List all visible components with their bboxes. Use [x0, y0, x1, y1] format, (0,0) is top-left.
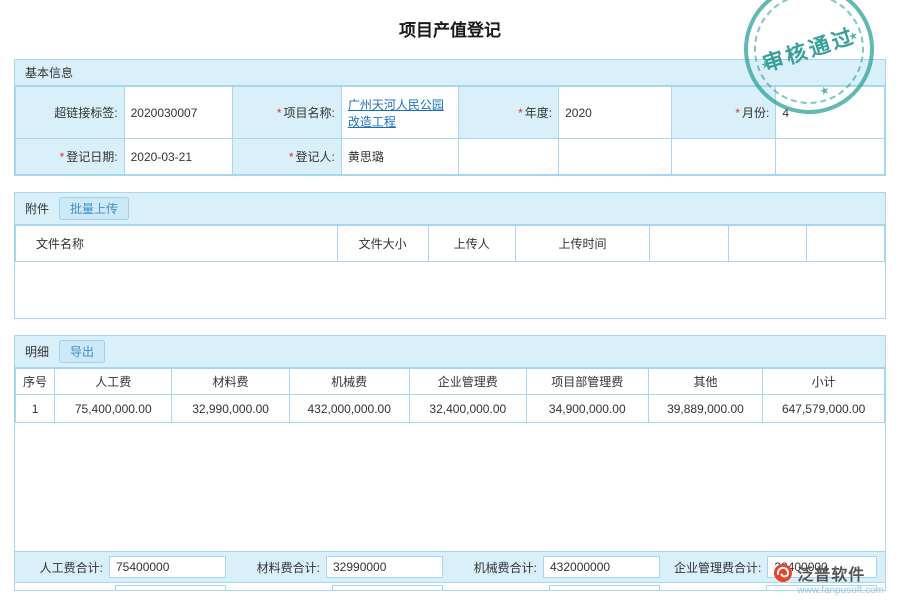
partial-input: [549, 585, 660, 590]
attachments-section-header: 附件 批量上传: [15, 193, 885, 225]
labor-total-input[interactable]: 75400000: [109, 556, 226, 578]
basic-info-table: 超链接标签: 2020030007 *项目名称: 广州天河人民公园改造工程 *年…: [15, 86, 885, 175]
totals-row-partial: [15, 582, 885, 590]
required-marker: *: [289, 150, 294, 164]
details-col-material: 材料费: [172, 369, 289, 395]
registrant-label: *登记人:: [233, 139, 342, 175]
page-title: 项目产值登记: [0, 0, 900, 41]
details-col-machinery: 机械费: [289, 369, 409, 395]
attachments-section: 附件 批量上传 文件名称 文件大小 上传人 上传时间: [14, 192, 886, 319]
project-name-label: *项目名称:: [233, 87, 342, 139]
year-label-text: 年度:: [525, 106, 552, 120]
attachments-table: 文件名称 文件大小 上传人 上传时间: [15, 225, 885, 262]
attachments-col-uploader: 上传人: [428, 226, 515, 262]
details-section-header: 明细 导出: [15, 336, 885, 368]
batch-upload-button[interactable]: 批量上传: [59, 197, 129, 220]
register-date-label-text: 登记日期:: [66, 150, 117, 164]
machinery-total-input[interactable]: 432000000: [543, 556, 660, 578]
machinery-total-label: 机械费合计:: [457, 559, 543, 576]
details-col-projectdept: 项目部管理费: [526, 369, 648, 395]
brand-name: 泛普软件: [797, 561, 865, 585]
required-marker: *: [735, 106, 740, 120]
export-button[interactable]: 导出: [59, 340, 105, 363]
empty-header-cell: [728, 226, 806, 262]
month-label-text: 月份:: [742, 106, 769, 120]
details-col-index: 序号: [16, 369, 55, 395]
hyperlink-label-text: 超链接标签:: [54, 106, 117, 120]
details-col-subtotal: 小计: [763, 369, 885, 395]
year-label: *年度:: [459, 87, 559, 139]
empty-header-cell: [806, 226, 884, 262]
empty-header-cell: [650, 226, 728, 262]
required-marker: *: [277, 106, 282, 120]
partial-input: [115, 585, 226, 590]
details-col-other: 其他: [648, 369, 763, 395]
attachments-col-uploadtime: 上传时间: [515, 226, 650, 262]
required-marker: *: [60, 150, 65, 164]
month-label: *月份:: [672, 87, 776, 139]
attachments-col-filename: 文件名称: [16, 226, 338, 262]
required-marker: *: [518, 106, 523, 120]
labor-total-group: 人工费合计: 75400000: [23, 556, 226, 578]
attachments-title: 附件: [25, 200, 49, 217]
project-name-value: 广州天河人民公园改造工程: [341, 87, 458, 139]
machinery-total-group: 机械费合计: 432000000: [457, 556, 660, 578]
material-total-input[interactable]: 32990000: [326, 556, 443, 578]
basic-info-section: 基本信息 超链接标签: 2020030007 *项目名称: 广州天河人民公园改造…: [14, 59, 886, 176]
details-col-enterprise: 企业管理费: [409, 369, 526, 395]
basic-info-section-header: 基本信息: [15, 60, 885, 86]
cell-material: 32,990,000.00: [172, 395, 289, 423]
year-value: 2020: [559, 87, 672, 139]
brand-logo-icon: [773, 563, 793, 583]
cell-labor: 75,400,000.00: [55, 395, 172, 423]
details-title: 明细: [25, 343, 49, 360]
empty-cell: [559, 139, 672, 175]
month-value: 4: [776, 87, 885, 139]
brand-url: www.fanpusoft.com: [797, 585, 884, 596]
material-total-group: 材料费合计: 32990000: [240, 556, 443, 578]
empty-cell: [776, 139, 885, 175]
empty-cell: [672, 139, 776, 175]
cell-subtotal: 647,579,000.00: [763, 395, 885, 423]
enterprise-total-label: 企业管理费合计:: [674, 559, 767, 576]
totals-row: 人工费合计: 75400000 材料费合计: 32990000 机械费合计: 4…: [15, 551, 885, 582]
details-section: 明细 导出 序号 人工费 材料费 机械费 企业管理费 项目部管理费 其他 小计 …: [14, 335, 886, 591]
details-col-labor: 人工费: [55, 369, 172, 395]
attachments-col-filesize: 文件大小: [337, 226, 428, 262]
hyperlink-label: 超链接标签:: [16, 87, 125, 139]
cell-projectdept: 34,900,000.00: [526, 395, 648, 423]
table-row: 1 75,400,000.00 32,990,000.00 432,000,00…: [16, 395, 885, 423]
hyperlink-value: 2020030007: [124, 87, 233, 139]
basic-info-title: 基本信息: [25, 64, 73, 81]
register-date-label: *登记日期:: [16, 139, 125, 175]
footer-brand-line: 泛普软件: [773, 561, 884, 585]
attachments-empty-area: [15, 262, 885, 318]
cell-machinery: 432,000,000.00: [289, 395, 409, 423]
cell-index: 1: [16, 395, 55, 423]
details-empty-area: [15, 423, 885, 551]
partial-input: [332, 585, 443, 590]
cell-enterprise: 32,400,000.00: [409, 395, 526, 423]
labor-total-label: 人工费合计:: [23, 559, 109, 576]
register-date-value: 2020-03-21: [124, 139, 233, 175]
footer-brand: 泛普软件 www.fanpusoft.com: [773, 561, 884, 596]
details-table: 序号 人工费 材料费 机械费 企业管理费 项目部管理费 其他 小计 1 75,4…: [15, 368, 885, 423]
material-total-label: 材料费合计:: [240, 559, 326, 576]
registrant-value: 黄思璐: [341, 139, 458, 175]
project-name-label-text: 项目名称:: [284, 106, 335, 120]
cell-other: 39,889,000.00: [648, 395, 763, 423]
empty-cell: [459, 139, 559, 175]
project-name-link[interactable]: 广州天河人民公园改造工程: [348, 98, 444, 129]
registrant-label-text: 登记人:: [296, 150, 335, 164]
